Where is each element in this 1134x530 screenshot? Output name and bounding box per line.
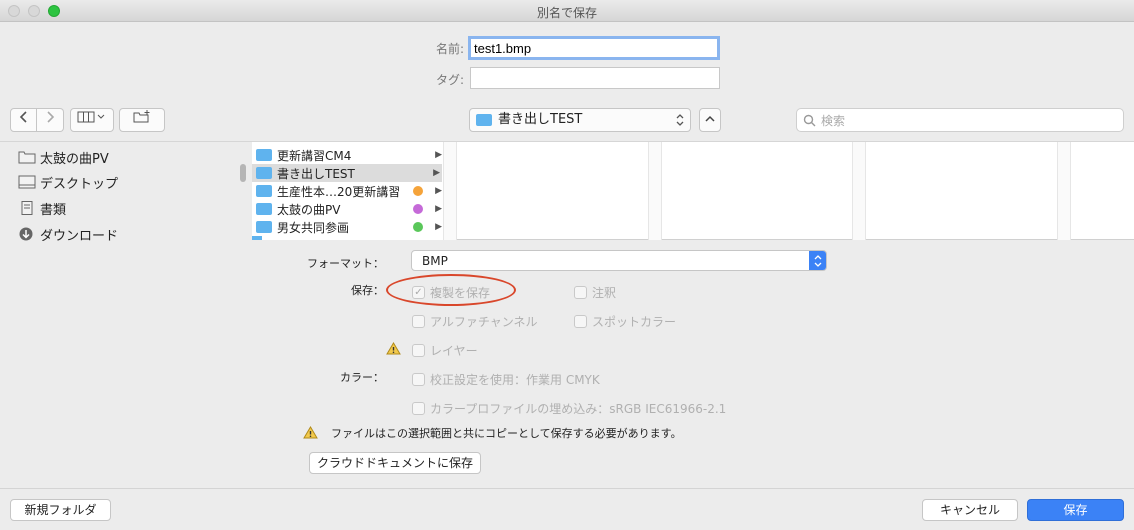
column-1: 更新講習CM4 ▶ 書き出しTEST ▶ 生産性本…20更新講習 ▶ 太鼓の曲P… — [252, 142, 444, 240]
disclosure-arrow-icon: ▶ — [435, 204, 442, 214]
cancel-button[interactable]: キャンセル — [922, 499, 1018, 521]
sidebar-item-label: デスクトップ — [40, 176, 119, 192]
format-label: フォーマット： — [307, 257, 384, 270]
format-value: BMP — [422, 253, 448, 268]
column-resize-handle[interactable] — [1057, 142, 1071, 240]
nav-buttons — [10, 108, 64, 132]
sidebar-item-taiko-pv[interactable]: 太鼓の曲PV — [18, 146, 109, 168]
new-folder-button[interactable]: 新規フォルダ — [10, 499, 111, 521]
list-item-selected[interactable]: 書き出しTEST ▶ — [252, 164, 442, 182]
green-tag-icon — [413, 222, 424, 232]
save-options-label: 保存： — [351, 284, 384, 297]
embed-profile-checkbox[interactable]: カラープロファイルの埋め込み：sRGB IEC61966-2.1 — [412, 400, 726, 417]
spot-color-checkbox[interactable]: スポットカラー — [574, 313, 676, 330]
search-field[interactable]: 検索 — [796, 108, 1124, 132]
sidebar-item-downloads[interactable]: ダウンロード — [18, 223, 118, 245]
chevron-left-icon — [19, 111, 27, 123]
list-item[interactable]: 更新講習CM4 ▶ — [256, 146, 444, 164]
sidebar-item-label: 太鼓の曲PV — [40, 151, 109, 167]
sidebar: 太鼓の曲PV デスクトップ 書類 ダウンロード — [0, 141, 252, 244]
window-title: 別名で保存 — [536, 6, 597, 20]
search-placeholder: 検索 — [821, 113, 846, 128]
chevron-right-icon — [47, 111, 55, 123]
list-item[interactable]: 男女共同参画 ▶ — [256, 218, 444, 236]
warning-message: ファイルはこの選択範囲と共にコピーとして保存する必要があります。 — [331, 427, 682, 440]
title-bar: 別名で保存 — [0, 0, 1134, 22]
column-resize-handle[interactable] — [852, 142, 866, 240]
chevron-up-icon — [705, 115, 715, 122]
new-folder-icon — [133, 110, 150, 123]
folder-icon — [256, 167, 272, 179]
updown-chevron-icon — [814, 254, 821, 267]
column-resize-handle[interactable] — [648, 142, 662, 240]
list-item[interactable]: 生産性本…20更新講習 ▶ — [256, 182, 444, 200]
folder-icon — [256, 149, 272, 161]
filename-input[interactable] — [468, 36, 720, 60]
disclosure-arrow-icon: ▶ — [435, 222, 442, 232]
color-label: カラー： — [340, 371, 384, 384]
warning-icon — [303, 426, 318, 439]
disclosure-arrow-icon: ▶ — [435, 150, 442, 160]
folder-outline-icon — [18, 151, 36, 164]
folder-icon — [256, 185, 272, 197]
proof-setup-checkbox[interactable]: 校正設定を使用：作業用 CMYK — [412, 371, 600, 388]
download-icon — [19, 227, 33, 241]
column-view-icon — [77, 111, 105, 123]
folder-icon — [256, 221, 272, 233]
highlight-circle — [386, 274, 516, 306]
search-icon — [803, 114, 816, 126]
document-icon — [21, 201, 33, 215]
save-button[interactable]: 保存 — [1027, 499, 1124, 521]
tag-label: タグ: — [435, 73, 464, 87]
sidebar-item-label: ダウンロード — [40, 228, 119, 244]
folder-icon — [476, 114, 492, 126]
forward-button[interactable] — [37, 108, 64, 132]
desktop-icon — [18, 175, 36, 189]
orange-tag-icon — [413, 186, 424, 196]
disclosure-arrow-icon: ▶ — [435, 186, 442, 196]
location-popup[interactable]: 書き出しTEST — [469, 108, 691, 132]
warning-icon — [386, 342, 401, 355]
format-popup[interactable]: BMP — [411, 250, 827, 271]
purple-tag-icon — [413, 204, 424, 214]
folder-icon — [256, 203, 272, 215]
view-mode-button[interactable] — [70, 108, 114, 132]
collapse-button[interactable] — [699, 108, 721, 132]
updown-chevron-icon — [676, 114, 684, 126]
location-label: 書き出しTEST — [498, 112, 583, 127]
new-folder-toolbar-button[interactable] — [119, 108, 165, 132]
popup-arrows — [809, 251, 826, 270]
back-button[interactable] — [10, 108, 37, 132]
sidebar-item-desktop[interactable]: デスクトップ — [18, 171, 118, 193]
layers-checkbox[interactable]: レイヤー — [412, 342, 478, 359]
annotation-checkbox[interactable]: 注釈 — [574, 284, 616, 301]
sidebar-scrollbar[interactable] — [240, 164, 246, 182]
folder-icon-partial — [252, 236, 262, 240]
disclosure-arrow-icon: ▶ — [433, 168, 440, 178]
save-to-cloud-button[interactable]: クラウドドキュメントに保存 — [309, 452, 481, 474]
divider — [0, 488, 1134, 489]
list-item[interactable]: 太鼓の曲PV ▶ — [256, 200, 444, 218]
column-browser: 更新講習CM4 ▶ 書き出しTEST ▶ 生産性本…20更新講習 ▶ 太鼓の曲P… — [252, 141, 1134, 240]
alpha-channel-checkbox[interactable]: アルファチャンネル — [412, 313, 538, 330]
sidebar-item-documents[interactable]: 書類 — [18, 197, 66, 219]
sidebar-item-label: 書類 — [40, 202, 67, 218]
name-label: 名前: — [435, 42, 464, 56]
column-resize-handle[interactable] — [443, 142, 457, 240]
tags-input[interactable] — [470, 67, 720, 89]
